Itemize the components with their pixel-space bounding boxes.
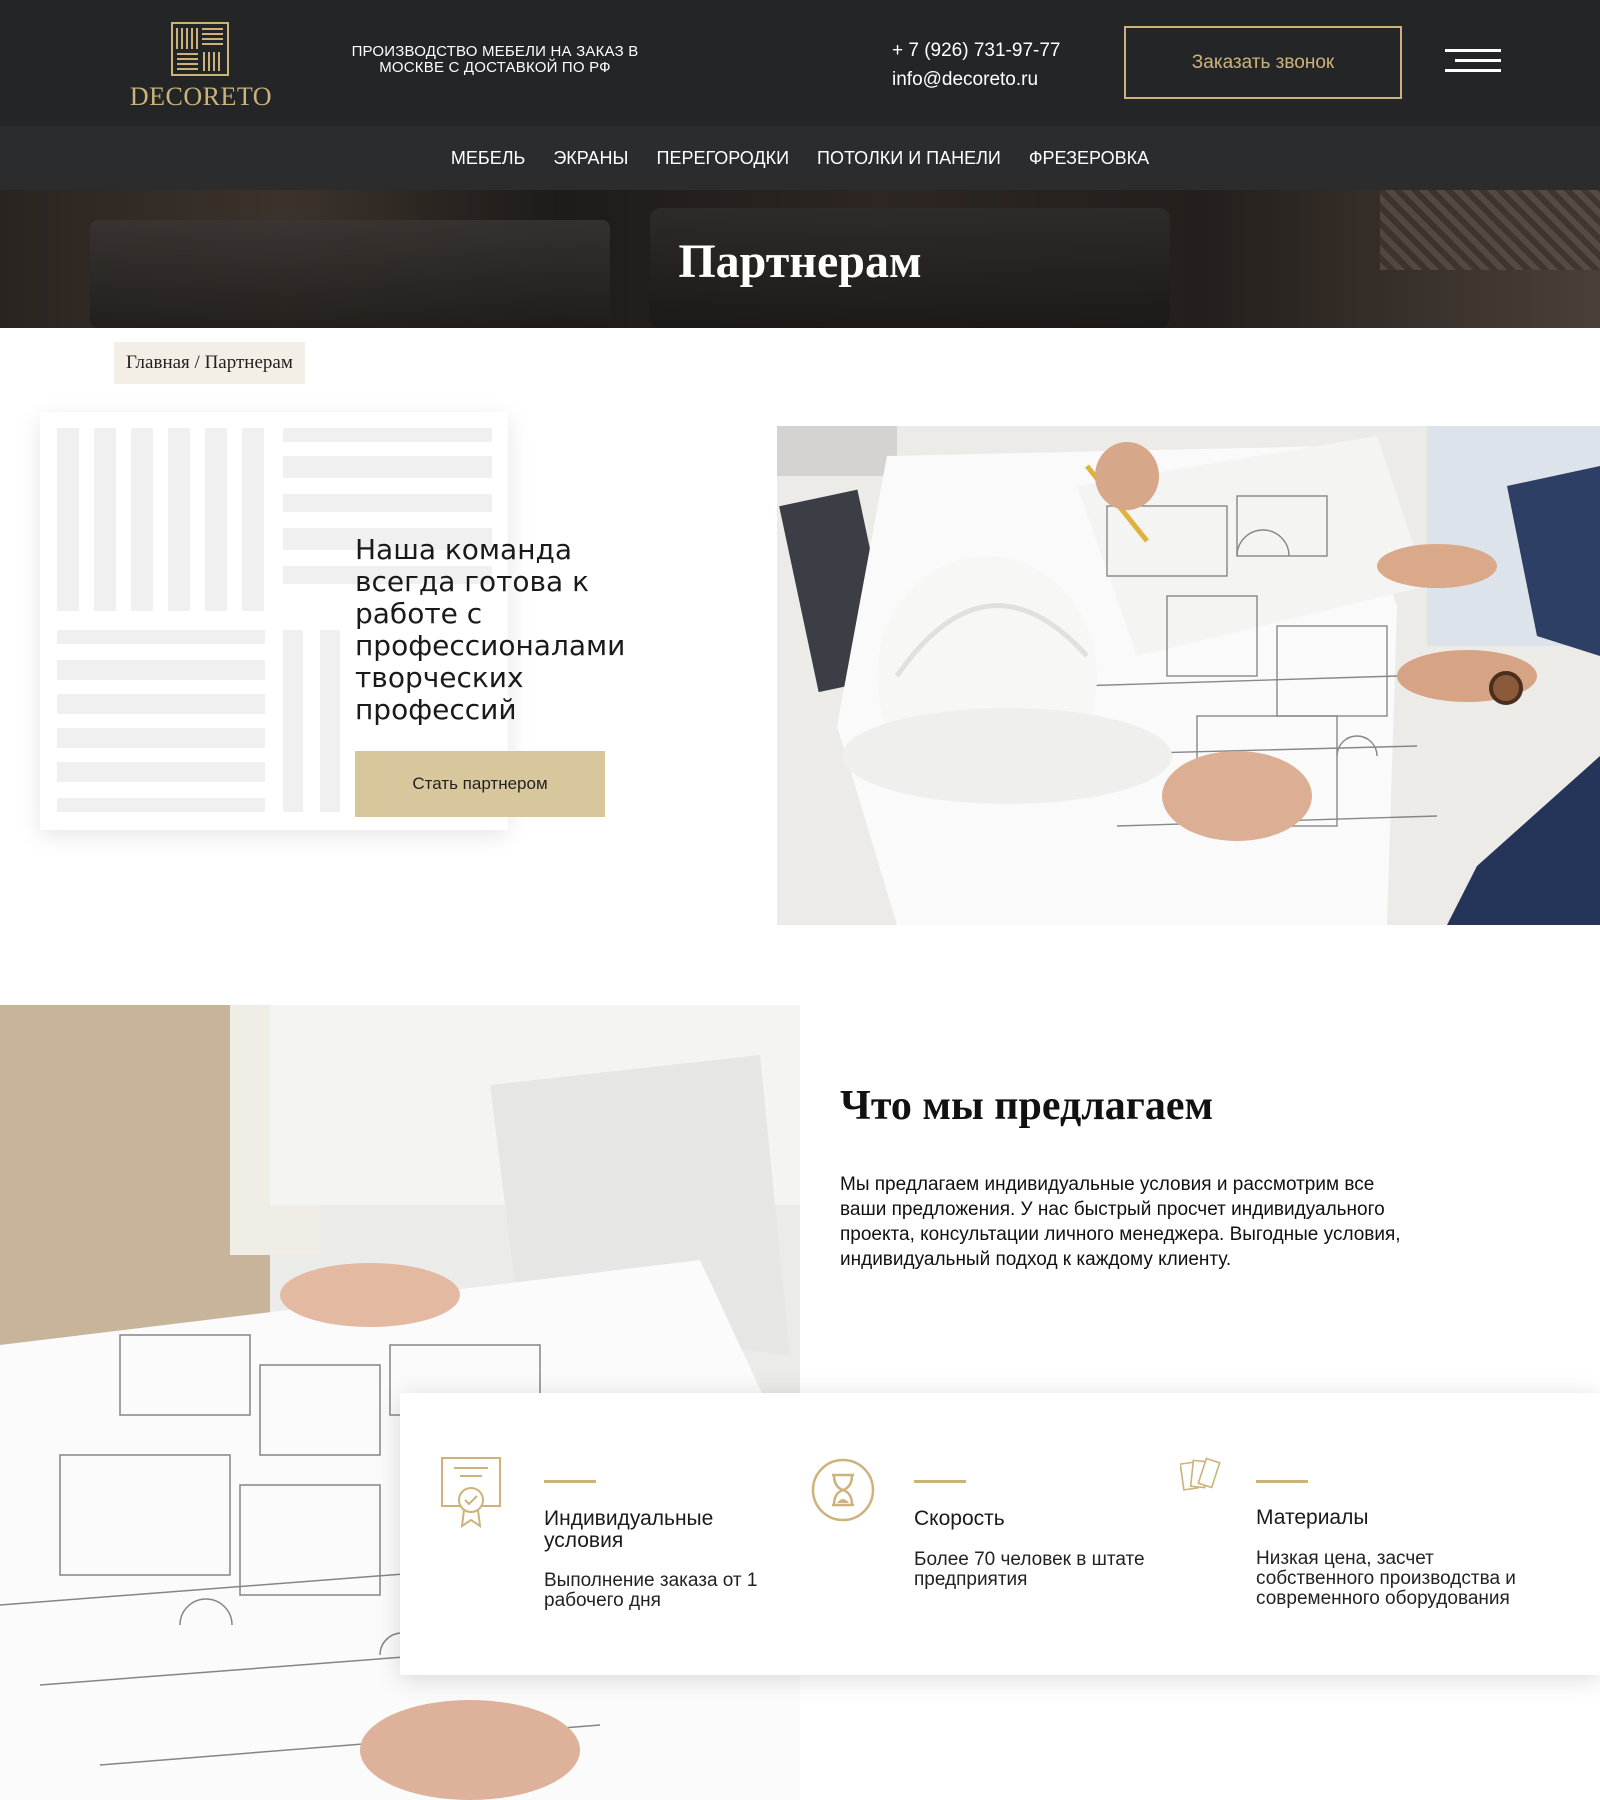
material-samples-icon	[1180, 1457, 1221, 1491]
feature-title: Индивидуальные условия	[544, 1507, 714, 1552]
logo[interactable]: DECORETO	[126, 20, 276, 115]
offer-heading: Что мы предлагаем	[840, 1083, 1214, 1129]
nav-item-furniture[interactable]: МЕБЕЛЬ	[451, 148, 525, 169]
feature-materials: Материалы Низкая цена, засчет собственно…	[1110, 1393, 1600, 1675]
feature-description: Низкая цена, засчет собственного произво…	[1256, 1548, 1516, 1609]
callback-button[interactable]: Заказать звонок	[1124, 26, 1402, 99]
contacts: + 7 (926) 731-97-77 info@decoreto.ru	[892, 36, 1060, 94]
logo-mark-icon	[171, 22, 229, 76]
features-card: Индивидуальные условия Выполнение заказа…	[400, 1393, 1600, 1675]
logo-text: DECORETO	[129, 82, 273, 111]
breadcrumb: Главная / Партнерам	[114, 342, 305, 384]
offer-description: Мы предлагаем индивидуальные условия и р…	[840, 1174, 1401, 1270]
site-header: DECORETO ПРОИЗВОДСТВО МЕБЕЛИ НА ЗАКАЗ В …	[0, 0, 1600, 126]
email-link[interactable]: info@decoreto.ru	[892, 65, 1060, 94]
feature-rule	[1256, 1480, 1308, 1483]
page-title: Партнерам	[678, 235, 922, 288]
breadcrumb-home-link[interactable]: Главная	[126, 352, 190, 374]
breadcrumb-current: Партнерам	[204, 352, 293, 373]
tagline: ПРОИЗВОДСТВО МЕБЕЛИ НА ЗАКАЗ В МОСКВЕ С …	[351, 43, 639, 76]
nav-item-partitions[interactable]: ПЕРЕГОРОДКИ	[657, 148, 790, 169]
main-nav: МЕБЕЛЬ ЭКРАНЫ ПЕРЕГОРОДКИ ПОТОЛКИ И ПАНЕ…	[0, 126, 1600, 190]
feature-speed: Скорость Более 70 человек в штате предпр…	[770, 1393, 1145, 1675]
become-partner-button[interactable]: Стать партнером	[355, 751, 605, 817]
hero-banner: Партнерам	[0, 190, 1600, 328]
certificate-icon	[441, 1457, 501, 1528]
nav-item-ceilings-panels[interactable]: ПОТОЛКИ И ПАНЕЛИ	[817, 148, 1001, 169]
feature-title: Скорость	[914, 1507, 1005, 1530]
hamburger-icon[interactable]	[1441, 47, 1501, 75]
feature-individual-terms: Индивидуальные условия Выполнение заказа…	[400, 1393, 770, 1675]
nav-item-milling[interactable]: ФРЕЗЕРОВКА	[1029, 148, 1149, 169]
feature-title: Материалы	[1256, 1506, 1369, 1529]
feature-rule	[544, 1480, 596, 1483]
feature-rule	[914, 1480, 966, 1483]
nav-item-screens[interactable]: ЭКРАНЫ	[553, 148, 628, 169]
partner-intro-text: Наша команда всегда готова к работе с пр…	[355, 533, 626, 726]
architects-planning-photo	[777, 426, 1600, 925]
hourglass-icon	[811, 1458, 875, 1522]
phone-link[interactable]: + 7 (926) 731-97-77	[892, 36, 1060, 65]
feature-description: Выполнение заказа от 1 рабочего дня	[544, 1570, 758, 1611]
